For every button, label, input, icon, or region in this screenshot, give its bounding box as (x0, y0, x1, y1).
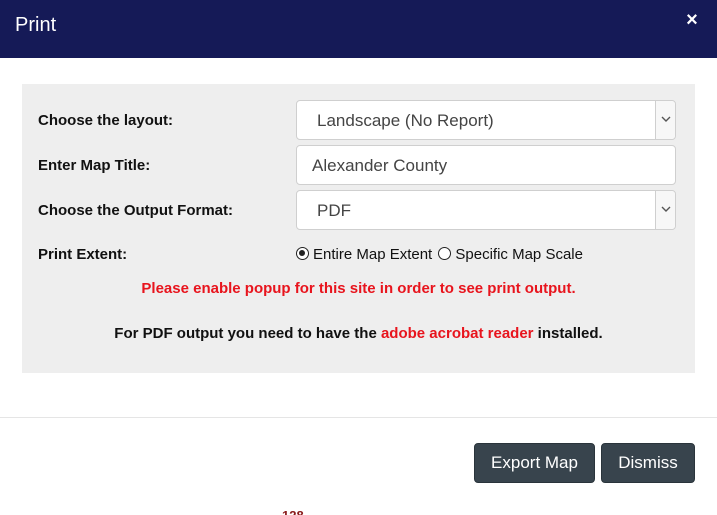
dialog-header: Print × (0, 0, 717, 58)
map-title-value: Alexander County (312, 156, 448, 175)
pdf-note-prefix: For PDF output you need to have the (114, 325, 381, 342)
footer-divider (0, 417, 717, 418)
dismiss-button[interactable]: Dismiss (601, 443, 695, 483)
radio-label-entire: Entire Map Extent (313, 246, 433, 263)
layout-label: Choose the layout: (38, 112, 174, 129)
pdf-note-suffix: installed. (533, 325, 603, 342)
background-map-label: 128 (282, 508, 304, 515)
layout-select-arrow[interactable] (655, 101, 675, 139)
output-format-select-arrow[interactable] (655, 191, 675, 229)
print-extent-label: Print Extent: (38, 246, 128, 263)
chevron-down-icon (661, 116, 671, 122)
radio-button-checked[interactable] (296, 247, 309, 260)
dialog-title: Print (15, 14, 57, 36)
output-format-value: PDF (317, 201, 351, 220)
radio-label-specific: Specific Map Scale (455, 246, 583, 263)
layout-select[interactable]: Landscape (No Report) (296, 100, 676, 140)
print-extent-radio-group: Entire Map Extent Specific Map Scale (296, 246, 585, 263)
layout-select-value: Landscape (No Report) (317, 111, 494, 130)
adobe-reader-link[interactable]: adobe acrobat reader (381, 325, 534, 342)
popup-warning: Please enable popup for this site in ord… (141, 280, 576, 297)
map-title-input[interactable]: Alexander County (296, 145, 676, 185)
output-format-select[interactable]: PDF (296, 190, 676, 230)
output-format-label: Choose the Output Format: (38, 202, 233, 219)
radio-button-unchecked[interactable] (438, 247, 452, 260)
map-title-label: Enter Map Title: (38, 157, 151, 174)
print-dialog: Print × Choose the layout: Landscape (No… (0, 0, 717, 515)
close-button[interactable]: × (683, 10, 701, 30)
background-map-strip: 128 (0, 503, 717, 515)
radio-entire-map-extent[interactable]: Entire Map Extent (296, 246, 432, 263)
close-icon: × (686, 9, 698, 31)
export-map-button[interactable]: Export Map (474, 443, 595, 483)
chevron-down-icon (661, 206, 671, 212)
radio-specific-map-scale[interactable]: Specific Map Scale (438, 246, 583, 263)
pdf-note: For PDF output you need to have the adob… (22, 325, 695, 342)
